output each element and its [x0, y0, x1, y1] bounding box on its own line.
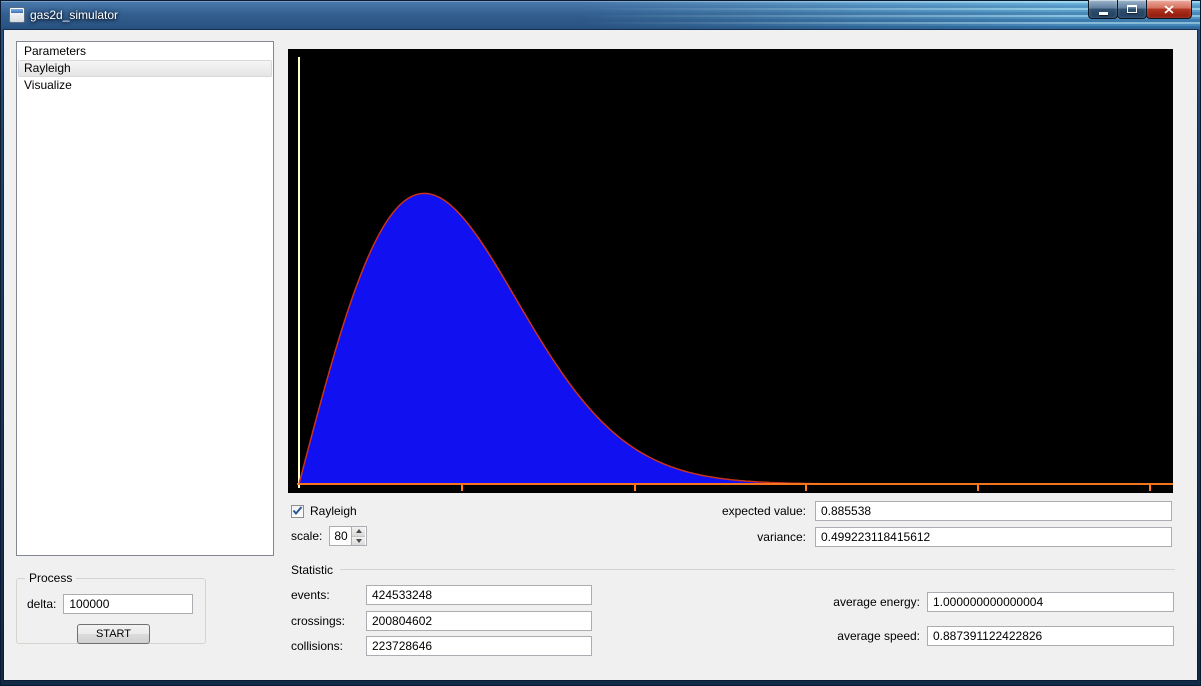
statistic-section-header: Statistic	[291, 562, 1175, 577]
average-speed-field[interactable]	[927, 626, 1174, 646]
maximize-icon	[1127, 5, 1137, 13]
process-group-title: Process	[25, 571, 77, 585]
rayleigh-checkbox-label: Rayleigh	[310, 504, 357, 518]
window-title: gas2d_simulator	[30, 8, 119, 22]
minimize-icon	[1098, 11, 1108, 15]
crossings-label: crossings:	[291, 614, 346, 628]
close-icon	[1164, 4, 1174, 14]
rayleigh-plot	[288, 49, 1173, 493]
scale-row: scale:	[291, 526, 368, 546]
rayleigh-plot-svg	[297, 57, 1173, 491]
close-button[interactable]	[1146, 0, 1192, 19]
arrow-up-icon	[355, 529, 362, 534]
app-window: gas2d_simulator Parameters Rayleigh Visu…	[0, 0, 1201, 686]
delta-input[interactable]	[63, 594, 194, 614]
list-item-rayleigh[interactable]: Rayleigh	[18, 60, 272, 77]
list-item-parameters[interactable]: Parameters	[18, 43, 272, 60]
scale-spinbox	[329, 526, 368, 546]
statistic-separator-line	[340, 569, 1175, 570]
scale-spin-up-button[interactable]	[352, 527, 366, 536]
collisions-field[interactable]	[366, 636, 592, 656]
rayleigh-checkbox[interactable]	[291, 504, 304, 518]
average-energy-label: average energy:	[833, 595, 920, 609]
window-controls	[1088, 0, 1192, 19]
arrow-down-icon	[355, 538, 362, 543]
check-icon	[292, 506, 303, 516]
minimize-button[interactable]	[1088, 0, 1118, 19]
statistic-title: Statistic	[291, 562, 334, 577]
scale-spin-down-button[interactable]	[352, 535, 366, 545]
average-energy-field[interactable]	[927, 592, 1174, 612]
events-label: events:	[291, 588, 330, 602]
app-icon	[9, 7, 25, 23]
page-list: Parameters Rayleigh Visualize	[16, 41, 274, 556]
expected-value-field[interactable]	[815, 501, 1172, 521]
average-speed-label: average speed:	[837, 629, 920, 643]
delta-label: delta:	[27, 597, 57, 611]
variance-field[interactable]	[815, 527, 1172, 547]
events-field[interactable]	[366, 585, 592, 605]
scale-label: scale:	[291, 529, 323, 543]
variance-label: variance:	[757, 530, 806, 544]
process-groupbox: Process delta: START	[16, 571, 206, 644]
expected-value-label: expected value:	[721, 504, 806, 518]
start-button[interactable]: START	[77, 624, 150, 644]
list-item-visualize[interactable]: Visualize	[18, 77, 272, 94]
rayleigh-checkbox-row: Rayleigh	[291, 503, 357, 519]
collisions-label: collisions:	[291, 639, 344, 653]
scale-input[interactable]	[330, 527, 352, 545]
client-area: Parameters Rayleigh Visualize Process de…	[4, 30, 1197, 680]
titlebar[interactable]: gas2d_simulator	[0, 0, 1201, 30]
crossings-field[interactable]	[366, 611, 592, 631]
maximize-button[interactable]	[1117, 0, 1147, 19]
